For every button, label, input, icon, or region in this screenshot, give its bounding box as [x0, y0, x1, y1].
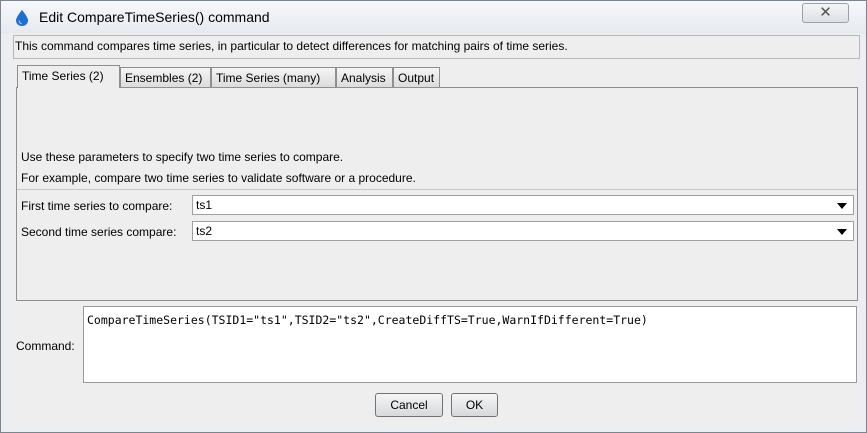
close-icon: ✕ [819, 4, 832, 21]
first-ts-value: ts1 [196, 198, 213, 212]
dialog-window: Edit CompareTimeSeries() command ✕ This … [0, 0, 867, 433]
second-ts-label: Second time series compare: [21, 225, 177, 239]
command-description: This command compares time series, in pa… [15, 39, 568, 53]
first-ts-select[interactable]: ts1 [192, 195, 854, 215]
command-label: Command: [16, 339, 75, 353]
close-button[interactable]: ✕ [802, 3, 849, 23]
second-ts-select[interactable]: ts2 [192, 221, 854, 241]
window-title: Edit CompareTimeSeries() command [39, 9, 270, 25]
tab-output[interactable]: Output [393, 67, 440, 87]
first-ts-label: First time series to compare: [21, 199, 173, 213]
tab-ensembles-2[interactable]: Ensembles (2) [120, 67, 211, 87]
tab-panel-time-series-2: Use these parameters to specify two time… [16, 87, 858, 301]
second-ts-value: ts2 [196, 224, 213, 238]
tab-time-series-2[interactable]: Time Series (2) [17, 65, 120, 88]
command-textarea[interactable]: CompareTimeSeries(TSID1="ts1",TSID2="ts2… [83, 306, 857, 383]
command-text[interactable]: CompareTimeSeries(TSID1="ts1",TSID2="ts2… [87, 313, 648, 327]
tab-time-series-many[interactable]: Time Series (many) [211, 67, 336, 87]
cancel-button[interactable]: Cancel [375, 393, 443, 417]
dialog-content: This command compares time series, in pa… [9, 33, 860, 426]
panel-separator [17, 189, 857, 190]
chevron-down-icon[interactable] [837, 203, 847, 209]
ok-button[interactable]: OK [451, 393, 498, 417]
tab-analysis[interactable]: Analysis [336, 67, 393, 87]
title-bar[interactable]: Edit CompareTimeSeries() command ✕ [1, 1, 866, 34]
water-drop-icon [16, 10, 28, 26]
panel-instruction-2: For example, compare two time series to … [21, 171, 416, 185]
chevron-down-icon[interactable] [837, 229, 847, 235]
panel-instruction-1: Use these parameters to specify two time… [21, 150, 344, 164]
